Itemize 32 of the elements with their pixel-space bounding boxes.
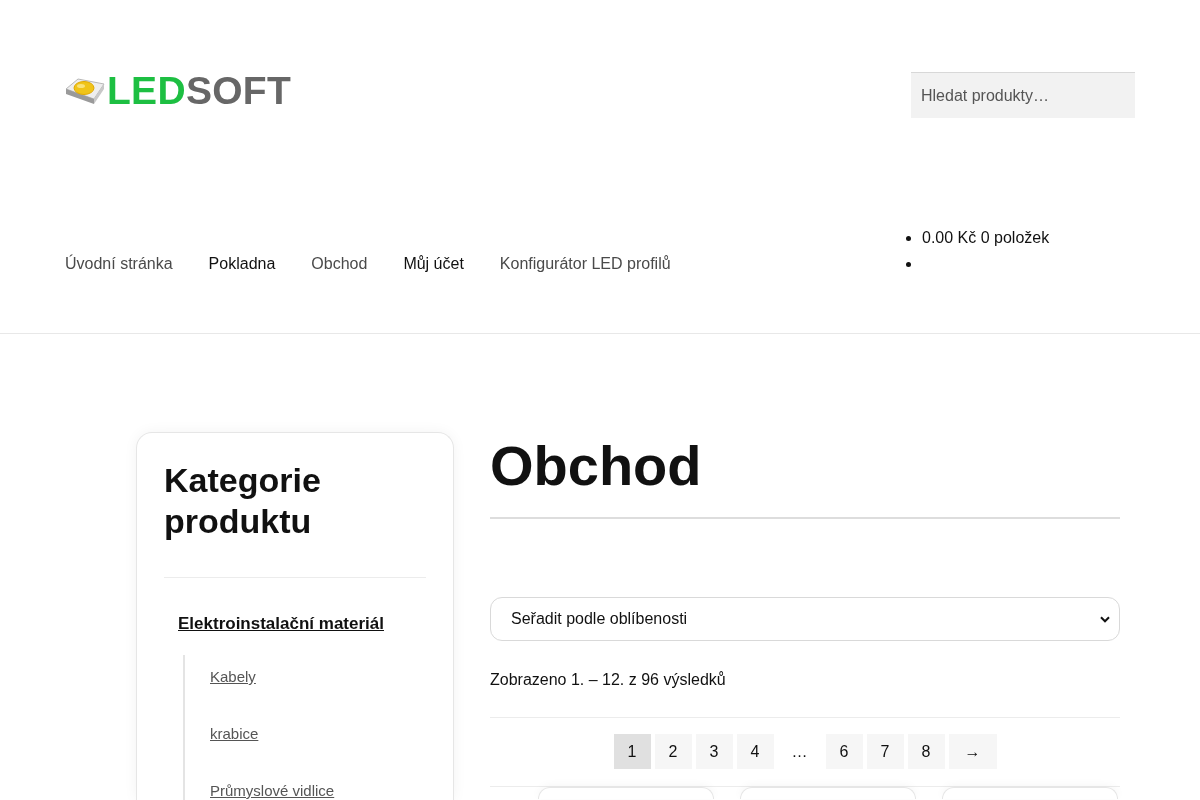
result-count: Zobrazeno 1. – 12. z 96 výsledků	[490, 670, 727, 690]
nav-link[interactable]: Pokladna	[208, 252, 276, 276]
page-button[interactable]: 2	[654, 734, 692, 769]
subcategory-link[interactable]: krabice	[210, 725, 259, 743]
pagination-ellipsis: …	[790, 741, 809, 762]
sidebar-title: Kategorie produktu	[164, 460, 322, 542]
page-button[interactable]: 7	[866, 734, 904, 769]
page-button[interactable]: 8	[907, 734, 945, 769]
search-field[interactable]: Hledat produkty…	[911, 72, 1135, 118]
nav-link[interactable]: Úvodní stránka	[65, 252, 173, 276]
page-title: Obchod	[490, 433, 703, 499]
nav-link[interactable]: Obchod	[311, 252, 368, 276]
product-card[interactable]	[740, 787, 916, 799]
logo-text: LED	[107, 70, 186, 110]
cart-link[interactable]: 0.00 Kč 0 položek	[922, 226, 1050, 250]
bullet-icon	[906, 235, 911, 241]
nav-link[interactable]: Konfigurátor LED profilů	[499, 252, 671, 276]
nav-link[interactable]: Můj účet	[403, 252, 464, 276]
logo-text: SOFT	[185, 70, 292, 110]
subcategory-link[interactable]: Průmyslové vidlice	[210, 782, 335, 800]
bullet-icon	[906, 261, 911, 267]
page-button[interactable]: 1	[613, 734, 651, 769]
subcategory-link[interactable]: Kabely	[210, 668, 256, 686]
page-button[interactable]: 4	[736, 734, 774, 769]
page-button[interactable]: 3	[695, 734, 733, 769]
product-card[interactable]	[942, 787, 1118, 799]
product-card[interactable]	[538, 787, 714, 799]
category-link[interactable]: Elektroinstalační materiál	[178, 612, 384, 636]
page-button[interactable]: 6	[825, 734, 863, 769]
next-page-button[interactable]: →	[948, 734, 997, 769]
chevron-down-icon	[1100, 615, 1110, 623]
sort-select[interactable]: Seřadit podle oblíbenosti	[490, 597, 1120, 641]
